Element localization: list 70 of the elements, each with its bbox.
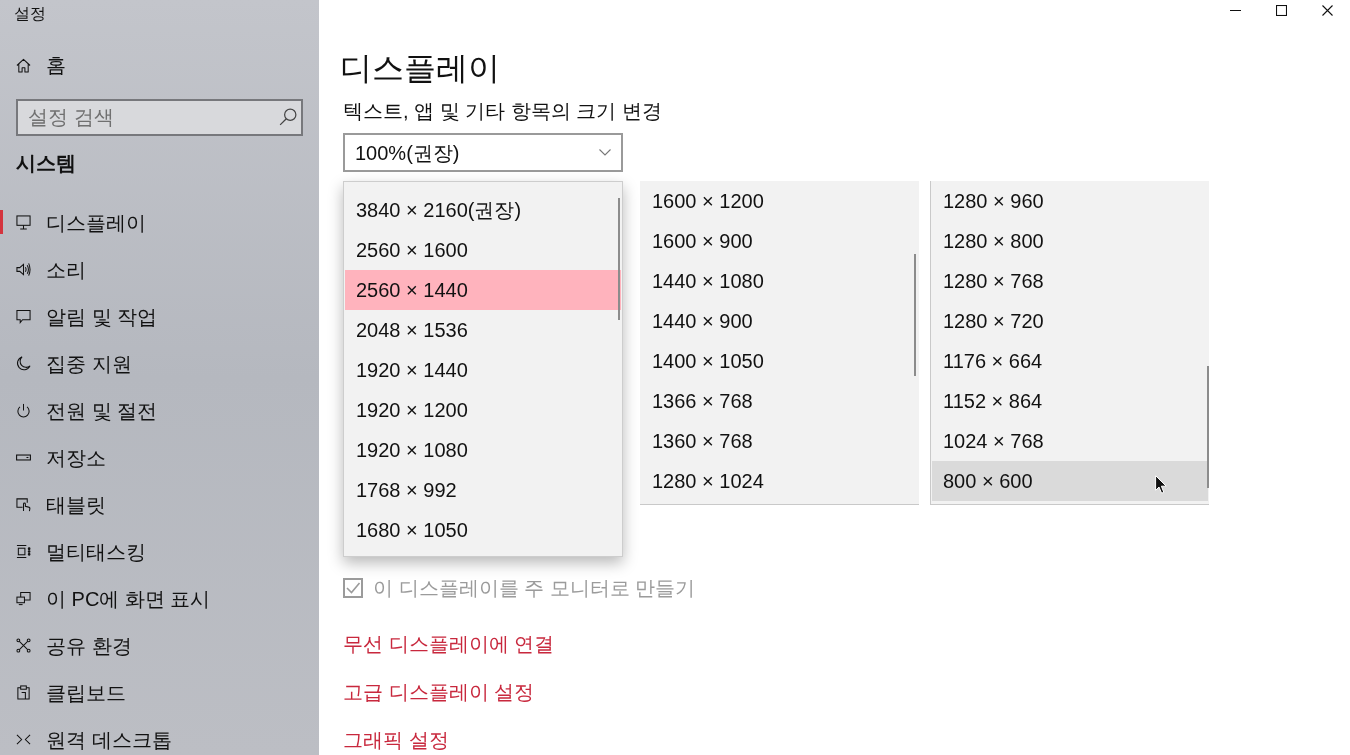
nav-item[interactable]: 클립보드 (0, 669, 319, 716)
list-item[interactable]: 1400 × 1050 (641, 341, 918, 381)
nav-item[interactable]: 태블릿 (0, 481, 319, 528)
nav-item[interactable]: 원격 데스크톱 (0, 716, 319, 755)
list-item[interactable]: 3840 × 2160(권장) (345, 190, 621, 230)
list-item[interactable]: 1920 × 1200 (345, 390, 621, 430)
power-icon (16, 403, 31, 418)
screens-icon (16, 591, 31, 606)
list-item[interactable]: 1176 × 664 (932, 341, 1208, 381)
list-item[interactable]: 1440 × 1080 (641, 261, 918, 301)
scrollbar-thumb[interactable] (1207, 366, 1209, 488)
list-item[interactable]: 2560 × 1600 (345, 230, 621, 270)
list-item[interactable]: 1920 × 1080 (345, 430, 621, 470)
chevrons-icon (16, 732, 31, 747)
list-item[interactable]: 1920 × 1440 (345, 350, 621, 390)
list-item[interactable]: 1024 × 768 (932, 421, 1208, 461)
minimize-icon (1229, 10, 1241, 11)
scrollbar-thumb[interactable] (914, 254, 916, 376)
section-heading: 시스템 (16, 151, 76, 176)
nav-item[interactable]: 이 PC에 화면 표시 (0, 575, 319, 622)
window-title: 설정 (14, 4, 46, 24)
link[interactable]: 그래픽 설정 (343, 728, 449, 752)
list-item[interactable]: 1680 × 1050 (345, 510, 621, 550)
tablet-hand-icon (16, 497, 31, 512)
moon-icon (16, 356, 31, 371)
list-item[interactable]: 1366 × 768 (641, 381, 918, 421)
nav-item[interactable]: 알림 및 작업 (0, 293, 319, 340)
list-item[interactable]: 1152 × 864 (932, 381, 1208, 421)
list-item[interactable]: 1280 × 1024 (641, 461, 918, 501)
search-field[interactable]: 설정 검색 (16, 99, 303, 136)
list-item[interactable]: 800 × 600 (932, 461, 1208, 501)
home-link[interactable]: 홈 (0, 41, 319, 89)
nav-item[interactable]: 공유 환경 (0, 622, 319, 669)
link[interactable]: 고급 디스플레이 설정 (343, 680, 535, 704)
link[interactable]: 무선 디스플레이에 연결 (343, 632, 555, 656)
list-item[interactable]: 1280 × 720 (932, 301, 1208, 341)
mouse-pointer-icon (1155, 475, 1167, 494)
nav-item[interactable]: 집중 지원 (0, 340, 319, 387)
maximize-icon (1275, 5, 1287, 16)
list-item[interactable]: 1360 × 768 (641, 421, 918, 461)
speaker-icon (16, 262, 31, 277)
window-dots-icon (16, 544, 31, 559)
list-item[interactable]: 1280 × 800 (932, 221, 1208, 261)
nav-item[interactable]: 디스플레이 (0, 199, 319, 246)
list-item[interactable]: 1440 × 900 (641, 301, 918, 341)
home-icon (16, 57, 31, 73)
page-title: 디스플레이 (340, 49, 500, 88)
close-icon (1321, 5, 1333, 16)
list-item[interactable]: 2560 × 1440 (345, 270, 621, 310)
nav-item[interactable]: 전원 및 절전 (0, 387, 319, 434)
setting-label: 텍스트, 앱 및 기타 항목의 크기 변경 (343, 99, 662, 123)
list-item[interactable]: 1280 × 960 (932, 181, 1208, 221)
speech-bubble-icon (16, 309, 31, 324)
drive-icon (16, 454, 31, 461)
scale-dropdown[interactable]: 100%(권장) (343, 133, 623, 172)
list-item[interactable]: 1768 × 992 (345, 470, 621, 510)
list-item[interactable]: 1600 × 900 (641, 221, 918, 261)
clipboard-icon (16, 685, 31, 700)
checkbox-label: 이 디스플레이를 주 모니터로 만들기 (373, 576, 696, 600)
scrollbar-thumb[interactable] (618, 198, 620, 320)
list-item[interactable]: 1600 × 1200 (641, 181, 918, 221)
nav-item[interactable]: 저장소 (0, 434, 319, 481)
chevron-down-icon (599, 149, 611, 156)
nav-item[interactable]: 멀티태스킹 (0, 528, 319, 575)
monitor-icon (16, 215, 31, 230)
connected-nodes-icon (16, 638, 31, 653)
search-icon (279, 108, 297, 126)
nav-item[interactable]: 소리 (0, 246, 319, 293)
list-item[interactable]: 2048 × 1536 (345, 310, 621, 350)
list-item[interactable]: 1280 × 768 (932, 261, 1208, 301)
